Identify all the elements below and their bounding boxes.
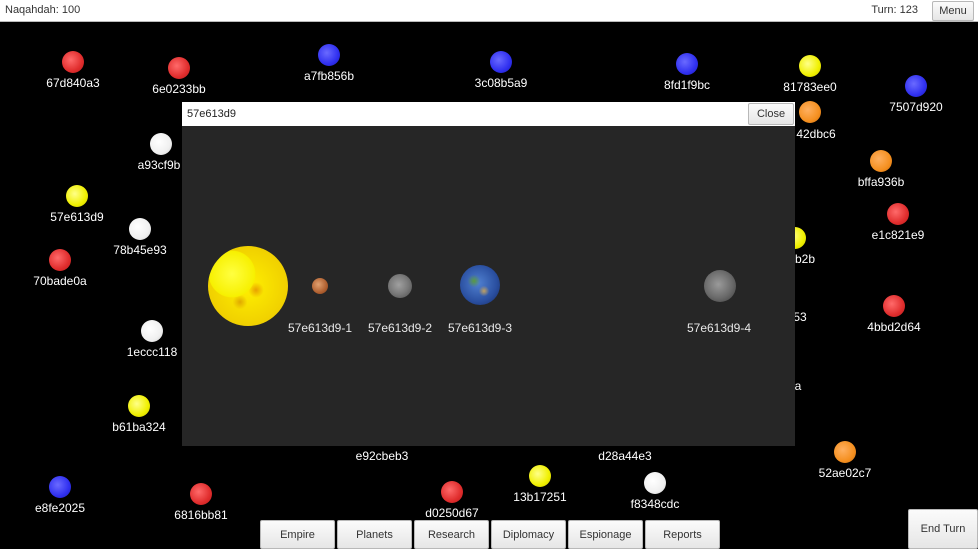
star-icon[interactable]	[150, 133, 172, 155]
star-label[interactable]: 70bade0a	[33, 274, 86, 288]
star-icon[interactable]	[62, 51, 84, 73]
sun-icon[interactable]	[208, 246, 288, 326]
star-icon[interactable]	[441, 481, 463, 503]
star-icon[interactable]	[887, 203, 909, 225]
star-label[interactable]: 13b17251	[513, 490, 566, 504]
bottom-nav: Empire Planets Research Diplomacy Espion…	[260, 520, 720, 549]
star-label[interactable]: bffa936b	[858, 175, 905, 189]
star-label[interactable]: 1eccc118	[127, 345, 177, 359]
star-icon[interactable]	[141, 320, 163, 342]
star-label[interactable]: 67d840a3	[46, 76, 99, 90]
planet-icon[interactable]	[704, 270, 736, 302]
espionage-button[interactable]: Espionage	[568, 520, 643, 549]
planet-label[interactable]: 57e613d9-1	[288, 321, 352, 335]
star-system-dialog: 57e613d9 Close 57e613d9-1 57e613d9-2 57e…	[182, 102, 795, 446]
star-icon[interactable]	[168, 57, 190, 79]
naqahdah-resource-label: Naqahdah: 100	[5, 4, 81, 16]
star-label[interactable]: d28a44e3	[598, 449, 651, 463]
star-icon[interactable]	[644, 472, 666, 494]
planet-icon[interactable]	[388, 274, 412, 298]
star-label[interactable]: 6816bb81	[174, 508, 227, 522]
star-label[interactable]: e1c821e9	[872, 228, 925, 242]
star-icon[interactable]	[529, 465, 551, 487]
diplomacy-button[interactable]: Diplomacy	[491, 520, 566, 549]
star-icon[interactable]	[905, 75, 927, 97]
empire-button[interactable]: Empire	[260, 520, 335, 549]
star-icon[interactable]	[676, 53, 698, 75]
star-label[interactable]: 52ae02c7	[819, 466, 872, 480]
star-label[interactable]: 81783ee0	[783, 80, 836, 94]
star-label[interactable]: 3c08b5a9	[475, 76, 528, 90]
star-icon[interactable]	[66, 185, 88, 207]
earth-planet-icon[interactable]	[460, 265, 500, 305]
star-label[interactable]: f8348cdc	[631, 497, 680, 511]
planet-label[interactable]: 57e613d9-4	[687, 321, 751, 335]
planet-label[interactable]: 57e613d9-3	[448, 321, 512, 335]
star-label[interactable]: a93cf9b	[138, 158, 181, 172]
close-button[interactable]: Close	[748, 103, 794, 125]
dialog-title: 57e613d9	[187, 108, 236, 120]
star-label[interactable]: d0250d67	[425, 506, 478, 520]
top-bar: Naqahdah: 100 Turn: 123 Menu	[0, 0, 978, 22]
star-label[interactable]: 8fd1f9bc	[664, 78, 710, 92]
star-label[interactable]: 57e613d9	[50, 210, 103, 224]
star-icon[interactable]	[834, 441, 856, 463]
star-label[interactable]: 42dbc6	[796, 127, 835, 141]
end-turn-button[interactable]: End Turn	[908, 509, 978, 549]
star-icon[interactable]	[49, 476, 71, 498]
star-label[interactable]: 53	[793, 310, 806, 324]
dialog-header: 57e613d9 Close	[182, 102, 795, 126]
star-icon[interactable]	[128, 395, 150, 417]
star-icon[interactable]	[318, 44, 340, 66]
star-label[interactable]: b61ba324	[112, 420, 165, 434]
research-button[interactable]: Research	[414, 520, 489, 549]
star-icon[interactable]	[490, 51, 512, 73]
star-label[interactable]: b2b	[795, 252, 815, 266]
star-label[interactable]: a7fb856b	[304, 69, 354, 83]
star-label[interactable]: 7507d920	[889, 100, 942, 114]
star-icon[interactable]	[883, 295, 905, 317]
star-label[interactable]: 4bbd2d64	[867, 320, 920, 334]
planets-button[interactable]: Planets	[337, 520, 412, 549]
star-label[interactable]: 78b45e93	[113, 243, 166, 257]
star-label[interactable]: e8fe2025	[35, 501, 85, 515]
reports-button[interactable]: Reports	[645, 520, 720, 549]
star-icon[interactable]	[190, 483, 212, 505]
star-label[interactable]: 6e0233bb	[152, 82, 205, 96]
star-icon[interactable]	[799, 101, 821, 123]
planet-icon[interactable]	[312, 278, 328, 294]
planet-label[interactable]: 57e613d9-2	[368, 321, 432, 335]
turn-counter: Turn: 123	[871, 4, 918, 16]
star-icon[interactable]	[799, 55, 821, 77]
menu-button[interactable]: Menu	[932, 1, 974, 21]
star-icon[interactable]	[49, 249, 71, 271]
star-icon[interactable]	[870, 150, 892, 172]
star-label[interactable]: e92cbeb3	[356, 449, 409, 463]
star-label[interactable]: a	[795, 379, 802, 393]
star-icon[interactable]	[129, 218, 151, 240]
